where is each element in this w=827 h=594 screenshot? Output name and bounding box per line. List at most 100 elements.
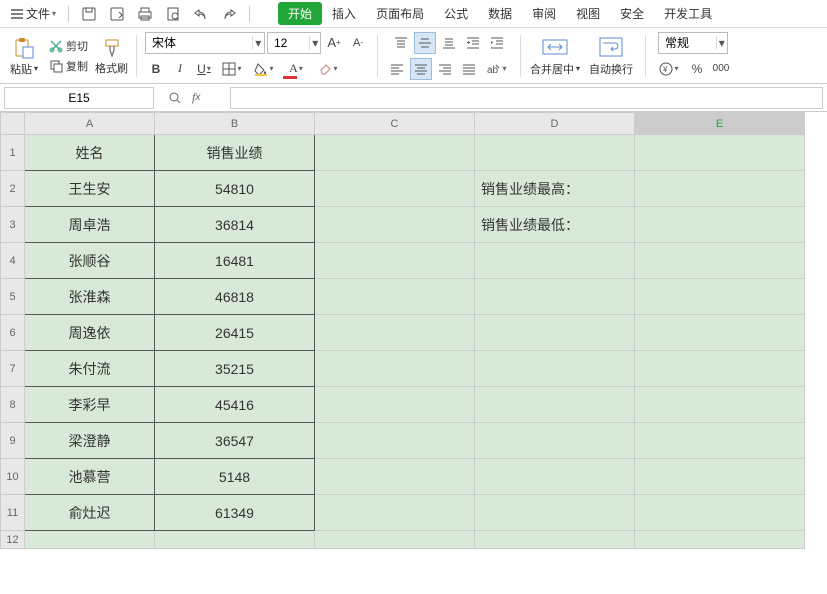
bold-button[interactable]: B (145, 58, 167, 80)
cell-A12[interactable] (25, 531, 155, 549)
decrease-indent-button[interactable] (462, 32, 484, 54)
row-header[interactable]: 8 (1, 387, 25, 423)
paste-button[interactable]: 粘贴▾ (6, 35, 42, 77)
qat-print-preview[interactable] (161, 2, 185, 26)
row-header[interactable]: 6 (1, 315, 25, 351)
italic-button[interactable]: I (169, 58, 191, 80)
cut-button[interactable]: 剪切 (46, 37, 91, 55)
row-header[interactable]: 2 (1, 171, 25, 207)
file-menu[interactable]: 文件 ▾ (6, 3, 60, 24)
cell-B2[interactable]: 54810 (155, 171, 315, 207)
tab-page-layout[interactable]: 页面布局 (366, 1, 434, 26)
increase-font-button[interactable]: A+ (323, 32, 345, 54)
font-size-combo[interactable]: ▾ (267, 32, 321, 54)
row-header[interactable]: 4 (1, 243, 25, 279)
tab-developer[interactable]: 开发工具 (654, 1, 722, 26)
chevron-down-icon[interactable]: ▾ (252, 36, 264, 50)
col-header-B[interactable]: B (155, 113, 315, 135)
cell-C2[interactable] (315, 171, 475, 207)
chevron-down-icon[interactable]: ▾ (309, 36, 320, 50)
tab-review[interactable]: 审阅 (522, 1, 566, 26)
cell-C4[interactable] (315, 243, 475, 279)
cell-D10[interactable] (475, 459, 635, 495)
cell-D2[interactable]: 销售业绩最高： (475, 171, 635, 207)
cell-A3[interactable]: 周卓浩 (25, 207, 155, 243)
cell-B8[interactable]: 45416 (155, 387, 315, 423)
cell-E9[interactable] (635, 423, 805, 459)
select-all-corner[interactable] (1, 113, 25, 135)
qat-undo[interactable] (189, 2, 213, 26)
tab-view[interactable]: 视图 (566, 1, 610, 26)
expand-icon[interactable] (168, 91, 182, 105)
cell-E11[interactable] (635, 495, 805, 531)
font-name-combo[interactable]: ▾ (145, 32, 265, 54)
cell-E3[interactable] (635, 207, 805, 243)
cell-B4[interactable]: 16481 (155, 243, 315, 279)
align-middle-button[interactable] (414, 32, 436, 54)
cell-A8[interactable]: 李彩早 (25, 387, 155, 423)
cell-A9[interactable]: 梁澄静 (25, 423, 155, 459)
cell-B7[interactable]: 35215 (155, 351, 315, 387)
justify-button[interactable] (458, 58, 480, 80)
comma-style-button[interactable]: 000 (710, 58, 732, 80)
cell-D6[interactable] (475, 315, 635, 351)
cell-D4[interactable] (475, 243, 635, 279)
cell-A7[interactable]: 朱付流 (25, 351, 155, 387)
cell-B6[interactable]: 26415 (155, 315, 315, 351)
align-center-button[interactable] (410, 58, 432, 80)
col-header-D[interactable]: D (475, 113, 635, 135)
tab-security[interactable]: 安全 (610, 1, 654, 26)
cell-E10[interactable] (635, 459, 805, 495)
decrease-font-button[interactable]: A- (347, 32, 369, 54)
cell-A2[interactable]: 王生安 (25, 171, 155, 207)
cell-C9[interactable] (315, 423, 475, 459)
row-header[interactable]: 9 (1, 423, 25, 459)
col-header-A[interactable]: A (25, 113, 155, 135)
cell-B1[interactable]: 销售业绩 (155, 135, 315, 171)
cell-B5[interactable]: 46818 (155, 279, 315, 315)
row-header[interactable]: 12 (1, 531, 25, 549)
formula-input[interactable] (230, 87, 823, 109)
qat-print[interactable] (133, 2, 157, 26)
cell-A10[interactable]: 池慕营 (25, 459, 155, 495)
row-header[interactable]: 7 (1, 351, 25, 387)
cell-B9[interactable]: 36547 (155, 423, 315, 459)
row-header[interactable]: 1 (1, 135, 25, 171)
cell-D9[interactable] (475, 423, 635, 459)
percent-button[interactable]: % (686, 58, 708, 80)
cell-E8[interactable] (635, 387, 805, 423)
fill-color-button[interactable]: ▾ (249, 58, 279, 80)
cell-C11[interactable] (315, 495, 475, 531)
cell-C7[interactable] (315, 351, 475, 387)
number-format-combo[interactable]: ▾ (658, 32, 728, 54)
align-top-button[interactable] (390, 32, 412, 54)
cell-C12[interactable] (315, 531, 475, 549)
cell-B10[interactable]: 5148 (155, 459, 315, 495)
grid[interactable]: A B C D E 1 姓名 销售业绩 2 王生安 54810 销售业绩最高： … (0, 112, 805, 549)
cell-C3[interactable] (315, 207, 475, 243)
cell-E5[interactable] (635, 279, 805, 315)
cell-C1[interactable] (315, 135, 475, 171)
name-box[interactable] (4, 87, 154, 109)
cell-C10[interactable] (315, 459, 475, 495)
cell-A1[interactable]: 姓名 (25, 135, 155, 171)
cell-D7[interactable] (475, 351, 635, 387)
name-box-input[interactable] (5, 91, 153, 105)
cell-B11[interactable]: 61349 (155, 495, 315, 531)
tab-insert[interactable]: 插入 (322, 1, 366, 26)
row-header[interactable]: 5 (1, 279, 25, 315)
clear-button[interactable]: ▾ (313, 58, 343, 80)
cell-E7[interactable] (635, 351, 805, 387)
cell-C6[interactable] (315, 315, 475, 351)
qat-redo[interactable] (217, 2, 241, 26)
font-color-button[interactable]: A▾ (281, 58, 311, 80)
cell-D1[interactable] (475, 135, 635, 171)
cell-A11[interactable]: 俞灶迟 (25, 495, 155, 531)
chevron-down-icon[interactable]: ▾ (716, 36, 727, 50)
cell-A4[interactable]: 张顺谷 (25, 243, 155, 279)
cell-E4[interactable] (635, 243, 805, 279)
col-header-E[interactable]: E (635, 113, 805, 135)
qat-save[interactable] (77, 2, 101, 26)
row-header[interactable]: 11 (1, 495, 25, 531)
align-right-button[interactable] (434, 58, 456, 80)
